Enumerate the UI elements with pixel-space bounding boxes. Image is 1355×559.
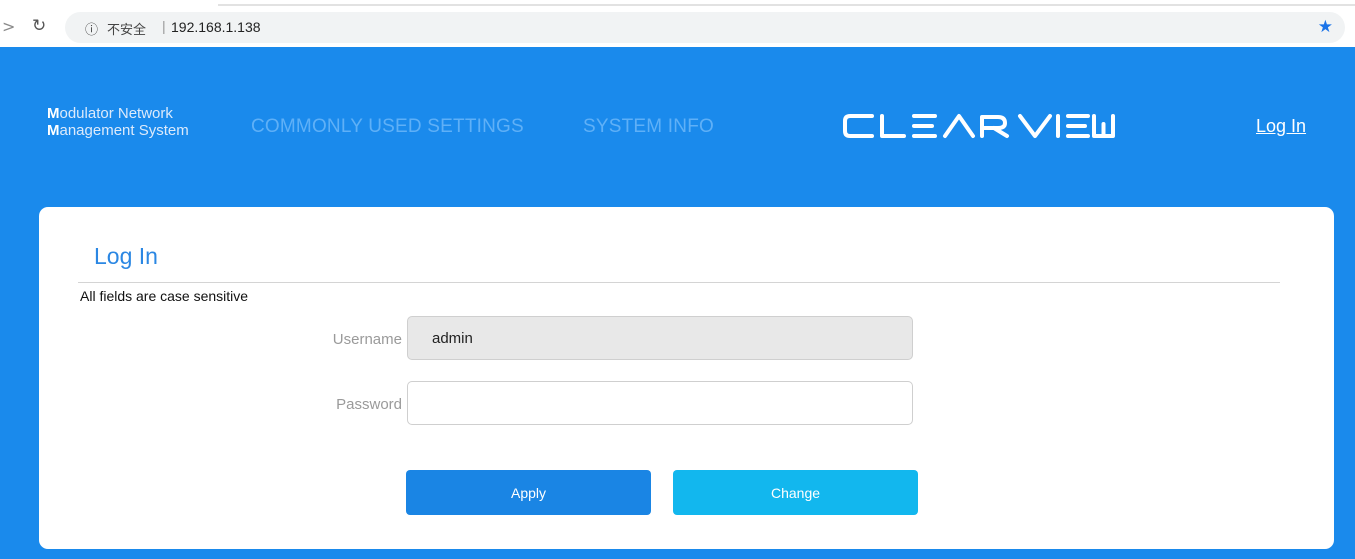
password-field[interactable] bbox=[407, 381, 913, 425]
page-title: Log In bbox=[94, 243, 158, 269]
title-divider bbox=[78, 282, 1280, 283]
brand-initial-2: M bbox=[47, 122, 60, 139]
brand-line-2: anagement System bbox=[59, 122, 189, 139]
browser-toolbar: > ↻ ⓘ 不安全 | 192.168.1.138 ★ bbox=[0, 0, 1355, 47]
app-brand: Modulator Network Management System bbox=[47, 105, 189, 139]
brand-initial-1: M bbox=[47, 105, 60, 122]
reload-icon[interactable]: ↻ bbox=[32, 16, 46, 36]
username-label: Username bbox=[332, 331, 402, 348]
nav-system-info[interactable]: SYSTEM INFO bbox=[583, 116, 714, 138]
case-sensitive-note: All fields are case sensitive bbox=[80, 288, 249, 304]
forward-arrow-icon[interactable]: > bbox=[2, 17, 15, 36]
address-bar[interactable]: ⓘ 不安全 | 192.168.1.138 ★ bbox=[65, 12, 1345, 43]
login-card: Log In All fields are case sensitive Use… bbox=[39, 207, 1334, 549]
username-field[interactable] bbox=[407, 316, 913, 360]
password-label: Password bbox=[336, 396, 402, 413]
tab-strip-line bbox=[218, 4, 1355, 6]
info-icon[interactable]: ⓘ bbox=[85, 19, 98, 38]
apply-button[interactable]: Apply bbox=[406, 470, 651, 515]
clearview-logo bbox=[843, 114, 1115, 138]
url-text[interactable]: 192.168.1.138 bbox=[171, 19, 261, 35]
header-login-link[interactable]: Log In bbox=[1256, 116, 1306, 137]
brand-line-1: odulator Network bbox=[59, 105, 173, 122]
star-icon[interactable]: ★ bbox=[1318, 17, 1333, 37]
nav-commonly-used-settings[interactable]: COMMONLY USED SETTINGS bbox=[251, 116, 524, 138]
change-button[interactable]: Change bbox=[673, 470, 918, 515]
url-separator: | bbox=[162, 18, 166, 34]
security-label: 不安全 bbox=[107, 23, 147, 38]
